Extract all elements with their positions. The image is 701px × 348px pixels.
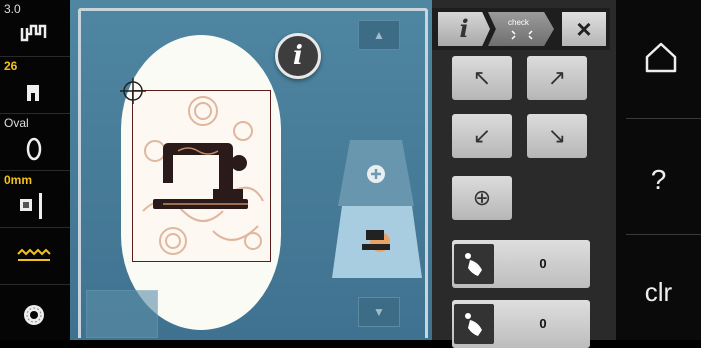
status-sidebar: 3.0 26 Oval 0mm (0, 0, 70, 340)
bobbin-status[interactable] (0, 285, 70, 341)
tool-panel (432, 0, 616, 340)
stitch-type-status[interactable] (0, 228, 70, 285)
row2-value: 0 (539, 316, 547, 331)
add-layer-button[interactable] (338, 140, 414, 206)
hand-touch-icon (454, 304, 494, 344)
hoop-setting-row-2[interactable]: 0 (452, 300, 590, 348)
stitch-width-status[interactable]: 3.0 (0, 0, 70, 57)
hoop-status[interactable]: Oval (0, 114, 70, 171)
nav-divider (626, 118, 701, 119)
needle-status[interactable]: 0mm (0, 171, 70, 228)
embroidery-design[interactable] (132, 90, 271, 262)
move-up-right-button[interactable]: ↗ (527, 56, 587, 100)
center-crosshair-button[interactable]: ⊕ (452, 176, 512, 220)
hand-touch-icon (454, 244, 494, 284)
stitch-width-value: 3.0 (4, 2, 21, 16)
help-button[interactable]: ? (616, 150, 701, 210)
bobbin-icon (24, 305, 44, 325)
needle-position-value: 0mm (4, 173, 33, 187)
oval-hoop-icon (26, 137, 42, 161)
tab-info[interactable]: i (438, 12, 490, 46)
presser-foot-value: 26 (4, 59, 18, 73)
scroll-up-button[interactable]: ▲ (358, 20, 400, 50)
needle-icon (20, 193, 42, 219)
row1-value: 0 (539, 256, 547, 271)
crosshair-icon[interactable] (120, 78, 146, 104)
nav-divider (626, 234, 701, 235)
presser-foot-status[interactable]: 26 (0, 57, 70, 114)
presser-foot-icon (27, 85, 39, 101)
home-icon[interactable] (644, 40, 678, 74)
sewing-machine-design-icon (142, 96, 264, 255)
hoop-setting-row-1[interactable]: 0 (452, 240, 590, 288)
hoop-value: Oval (4, 116, 29, 130)
move-down-right-button[interactable]: ↘ (527, 114, 587, 158)
move-up-left-button[interactable]: ↖ (452, 56, 512, 100)
clear-button[interactable]: clr (616, 262, 701, 322)
stitch-pattern-icon (20, 24, 47, 42)
info-button[interactable]: i (275, 33, 321, 79)
zigzag-stitch-icon (17, 248, 51, 261)
design-layer-thumbnail[interactable] (332, 206, 422, 278)
close-button[interactable]: × (562, 12, 606, 46)
check-arrows-icon (511, 30, 533, 40)
scroll-down-button[interactable]: ▼ (358, 297, 400, 327)
disabled-action-button (86, 290, 158, 338)
move-down-left-button[interactable]: ↙ (452, 114, 512, 158)
tab-check[interactable]: check (488, 12, 554, 46)
